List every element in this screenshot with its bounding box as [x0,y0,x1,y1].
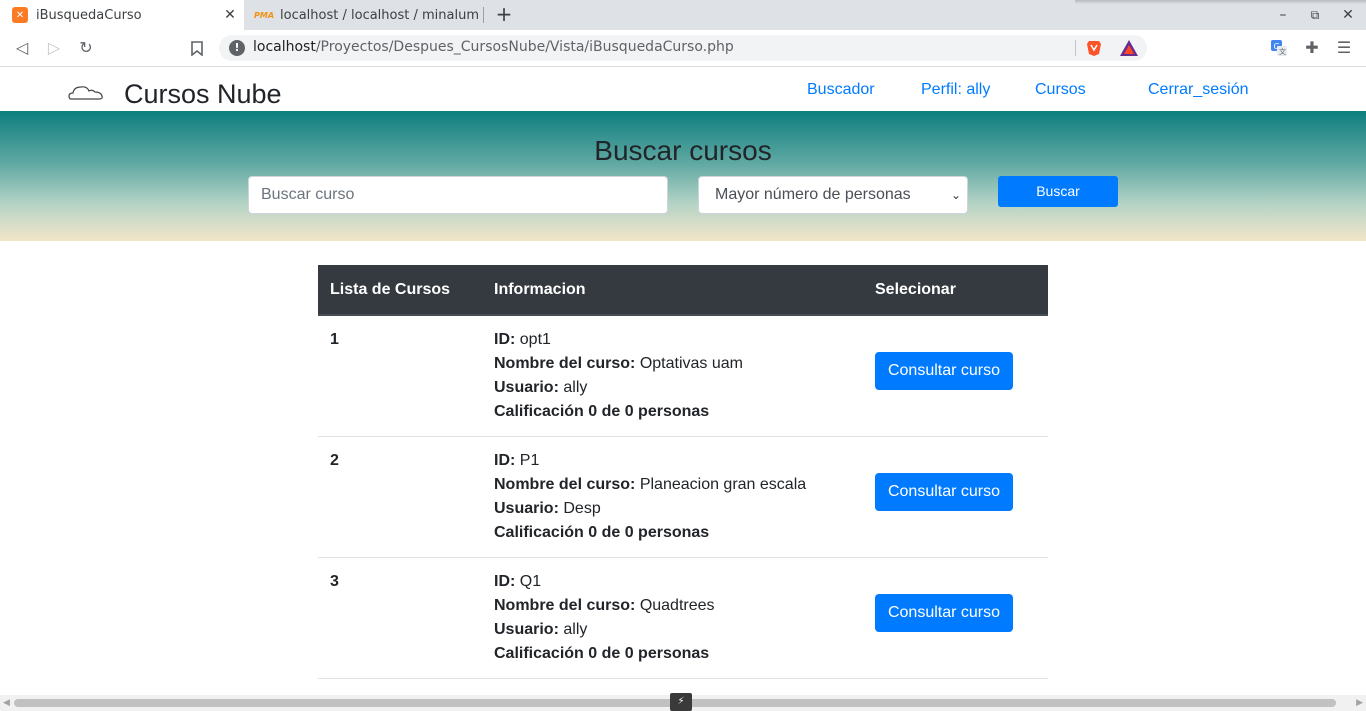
table-row: 3 ID: Q1 Nombre del curso: Quadtrees Usu… [318,557,1048,679]
forward-icon[interactable]: ▷ [42,37,66,59]
search-input[interactable] [248,176,668,214]
user-label: Usuario: [494,379,559,396]
debug-toolbar-icon[interactable]: ⚡ [670,693,692,711]
minimize-icon[interactable]: – [1271,4,1295,26]
course-user: ally [563,379,588,396]
bookmark-icon[interactable] [185,37,209,59]
sort-select[interactable]: Mayor número de personas ⌄ [698,176,968,214]
search-title: Buscar cursos [594,135,772,166]
header-lista: Lista de Cursos [318,265,482,316]
consultar-curso-button[interactable]: Consultar curso [875,352,1013,390]
id-label: ID: [494,452,516,469]
address-bar[interactable]: ! localhost/Proyectos/Despues_CursosNube… [219,35,1147,61]
tab-phpmyadmin[interactable]: PMA localhost / localhost / minalum [244,0,484,30]
tab-title: localhost / localhost / minalum [280,7,479,23]
new-tab-button[interactable]: + [494,4,514,26]
reload-icon[interactable]: ↻ [74,37,98,59]
table-header-row: Lista de Cursos Informacion Selecionar [318,265,1048,316]
omnibox-divider [1075,40,1076,56]
brave-rewards-icon[interactable] [1119,39,1139,57]
sort-selected-label: Mayor número de personas [715,186,911,203]
table-row: 2 ID: P1 Nombre del curso: Planeacion gr… [318,436,1048,558]
nav-perfil[interactable]: Perfil: ally [921,81,990,99]
row-number: 3 [318,557,482,679]
name-label: Nombre del curso: [494,476,636,493]
user-label: Usuario: [494,500,559,517]
back-icon[interactable]: ◁ [10,37,34,59]
course-rating: Calificación 0 de 0 personas [494,645,710,662]
consultar-curso-button[interactable]: Consultar curso [875,473,1013,511]
extensions-icon[interactable]: ✚ [1300,37,1324,59]
consultar-curso-button[interactable]: Consultar curso [875,594,1013,632]
course-info: ID: Q1 Nombre del curso: Quadtrees Usuar… [482,557,863,679]
close-window-icon[interactable]: ✕ [1336,4,1360,26]
nav-cursos[interactable]: Cursos [1035,81,1086,99]
url-text[interactable]: localhost/Proyectos/Despues_CursosNube/V… [253,39,734,55]
scroll-left-icon[interactable]: ◀ [3,698,10,708]
course-id: Q1 [519,573,542,590]
course-user: Desp [563,500,601,517]
name-label: Nombre del curso: [494,597,636,614]
tab-ibusquedacurso[interactable]: ✕ iBusquedaCurso ✕ [0,0,244,30]
nav-cerrar-sesion[interactable]: Cerrar_sesión [1148,81,1248,99]
course-info: ID: P1 Nombre del curso: Planeacion gran… [482,436,863,558]
course-user: ally [563,621,588,638]
row-number: 2 [318,436,482,558]
browser-tab-strip: ✕ iBusquedaCurso ✕ PMA localhost / local… [0,0,1366,30]
phpmyadmin-icon: PMA [254,10,275,20]
nav-buscador[interactable]: Buscador [807,81,875,99]
svg-text:文: 文 [1279,47,1286,56]
cloud-logo-icon[interactable] [68,84,104,102]
course-name: Quadtrees [639,597,715,614]
course-info: ID: opt1 Nombre del curso: Optativas uam… [482,315,863,437]
tab-divider [483,7,484,23]
site-navbar: Cursos Nube Buscador Perfil: ally Cursos… [0,68,1366,111]
courses-table: Lista de Cursos Informacion Selecionar 1… [318,265,1048,679]
header-selecionar: Selecionar [863,265,1048,316]
course-rating: Calificación 0 de 0 personas [494,403,710,420]
course-rating: Calificación 0 de 0 personas [494,524,710,541]
translate-icon[interactable]: G文 [1267,37,1291,59]
id-label: ID: [494,573,516,590]
table-row: 1 ID: opt1 Nombre del curso: Optativas u… [318,315,1048,437]
site-brand[interactable]: Cursos Nube [124,79,282,110]
row-number: 1 [318,315,482,437]
id-label: ID: [494,331,516,348]
search-button[interactable]: Buscar [998,176,1118,207]
user-label: Usuario: [494,621,559,638]
course-name: Optativas uam [639,355,743,372]
tab-title: iBusquedaCurso [36,7,142,23]
restore-icon[interactable]: ⧉ [1303,4,1327,26]
menu-icon[interactable]: ☰ [1332,37,1356,59]
name-label: Nombre del curso: [494,355,636,372]
brave-shields-icon[interactable] [1085,39,1103,57]
search-hero: Buscar cursos Mayor número de personas ⌄… [0,111,1366,241]
close-tab-icon[interactable]: ✕ [222,7,238,23]
scroll-right-icon[interactable]: ▶ [1356,698,1363,708]
header-informacion: Informacion [482,265,863,316]
xampp-icon: ✕ [12,7,28,23]
browser-toolbar: ◁ ▷ ↻ ! localhost/Proyectos/Despues_Curs… [0,30,1366,67]
chevron-down-icon: ⌄ [950,188,961,202]
course-id: P1 [519,452,540,469]
site-info-icon[interactable]: ! [229,40,245,56]
course-name: Planeacion gran escala [639,476,807,493]
course-id: opt1 [519,331,551,348]
